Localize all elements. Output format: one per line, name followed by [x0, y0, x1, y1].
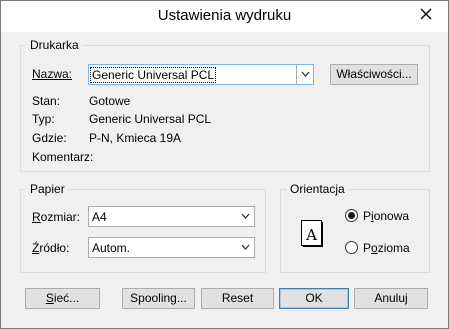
portrait-label[interactable]: Pionowa	[363, 209, 409, 223]
printer-group-label: Drukarka	[27, 38, 82, 52]
orientation-group: Orientacja A Pionowa Pozioma	[280, 182, 430, 273]
where-value: P-N, Kmieca 19A	[89, 131, 182, 145]
printer-name-label: Nazwa:	[32, 67, 73, 81]
close-icon	[420, 8, 432, 20]
printer-name-dropdown-area	[296, 65, 313, 84]
reset-button[interactable]: Reset	[201, 288, 274, 309]
chevron-down-icon	[301, 71, 310, 77]
paper-source-label: Źródło:	[32, 241, 70, 255]
comment-label: Komentarz:	[32, 150, 94, 164]
title-bar: Ustawienia wydruku	[1, 1, 448, 32]
orientation-icon-letter: A	[305, 226, 317, 244]
landscape-radio[interactable]	[345, 241, 358, 254]
portrait-radio[interactable]	[345, 209, 358, 222]
type-label: Typ:	[32, 112, 55, 126]
network-button[interactable]: Sieć...	[25, 288, 100, 309]
ok-button[interactable]: OK	[279, 288, 349, 309]
type-value: Generic Universal PCL	[89, 112, 212, 126]
properties-button[interactable]: Właściwości...	[330, 64, 418, 85]
paper-group: Papier Rozmiar: A4 Źródło: Autom.	[20, 182, 266, 273]
landscape-label[interactable]: Pozioma	[363, 241, 410, 255]
paper-group-label: Papier	[27, 182, 68, 196]
portrait-page-icon: A	[301, 220, 323, 247]
spooling-button[interactable]: Spooling...	[122, 288, 195, 309]
cancel-button[interactable]: Anuluj	[354, 288, 428, 309]
chevron-down-icon	[241, 213, 250, 219]
orientation-group-label: Orientacja	[287, 182, 348, 196]
where-label: Gdzie:	[32, 131, 67, 145]
printer-name-value: Generic Universal PCL	[89, 67, 217, 83]
printer-name-select[interactable]: Generic Universal PCL	[88, 64, 314, 85]
print-settings-dialog: Ustawienia wydruku Drukarka Nazwa: Gener…	[0, 0, 449, 329]
paper-size-value: A4	[92, 210, 107, 224]
paper-size-label: Rozmiar:	[32, 210, 81, 224]
status-label: Stan:	[32, 94, 61, 108]
dialog-title: Ustawienia wydruku	[157, 7, 292, 24]
status-value: Gotowe	[89, 94, 131, 108]
paper-source-select[interactable]: Autom.	[88, 237, 255, 258]
chevron-down-icon	[241, 244, 250, 250]
paper-source-value: Autom.	[92, 241, 131, 255]
printer-group: Drukarka Nazwa: Generic Universal PCL Wł…	[20, 38, 430, 172]
close-button[interactable]	[413, 4, 439, 24]
paper-size-select[interactable]: A4	[88, 206, 255, 227]
